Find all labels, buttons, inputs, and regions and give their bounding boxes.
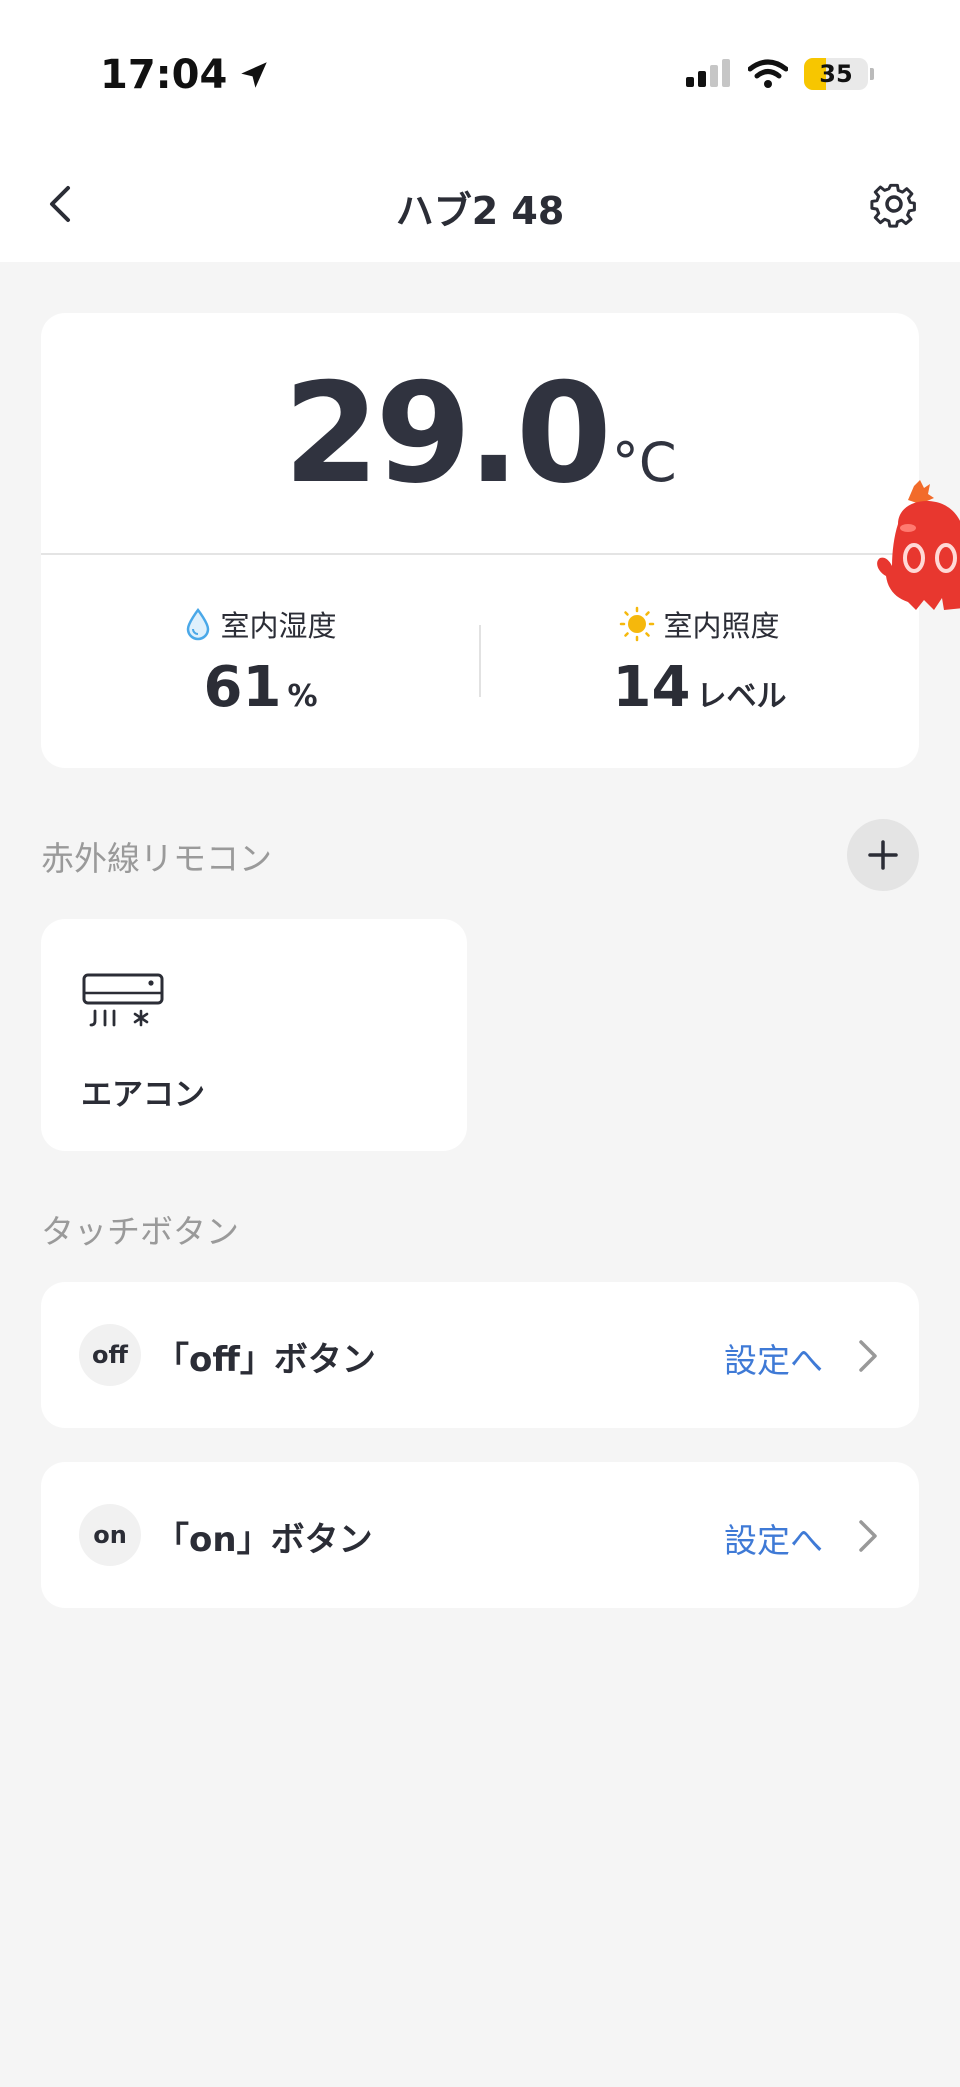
mascot-icon[interactable] bbox=[868, 478, 960, 618]
air-conditioner-card[interactable]: エアコン bbox=[41, 919, 467, 1151]
chevron-right-icon bbox=[859, 1340, 877, 1372]
touch-button-off-row[interactable]: off 「off」ボタン 設定へ bbox=[41, 1282, 919, 1428]
status-right: 35 bbox=[684, 58, 874, 90]
touch-button-on-label: 「on」ボタン bbox=[155, 1520, 373, 1560]
battery-tip bbox=[870, 68, 874, 80]
wifi-icon bbox=[748, 59, 788, 88]
humidity-value: 61 bbox=[203, 655, 282, 720]
light-label-row: 室内照度 bbox=[480, 603, 919, 645]
temperature-value: 29.0 bbox=[283, 353, 611, 514]
humidity-metric: 室内湿度 61% bbox=[41, 603, 480, 720]
sensor-card: 29.0°C 室内湿度 61% 室内照度 14 レベル bbox=[41, 313, 919, 768]
location-arrow-icon bbox=[241, 62, 268, 88]
gear-icon[interactable] bbox=[868, 178, 920, 230]
add-remote-button[interactable] bbox=[847, 819, 919, 891]
status-time-text: 17:04 bbox=[100, 52, 228, 98]
humidity-label-row: 室内湿度 bbox=[41, 603, 480, 645]
status-time: 17:04 bbox=[100, 52, 271, 98]
humidity-label: 室内湿度 bbox=[220, 609, 337, 643]
temperature-display: 29.0°C bbox=[41, 353, 919, 514]
chevron-right-icon bbox=[859, 1520, 877, 1552]
air-conditioner-label: エアコン bbox=[81, 1077, 205, 1113]
page-title: ハブ2 48 bbox=[395, 189, 565, 233]
card-divider bbox=[41, 553, 919, 555]
battery-indicator: 35 bbox=[804, 58, 868, 90]
touch-button-on-settings-link[interactable]: 設定へ bbox=[724, 1514, 823, 1562]
sun-icon bbox=[620, 606, 655, 642]
on-badge: on bbox=[79, 1504, 141, 1566]
temperature-unit: °C bbox=[611, 431, 677, 494]
ir-remote-section-label: 赤外線リモコン bbox=[41, 839, 272, 878]
air-conditioner-icon bbox=[82, 973, 164, 1027]
light-label: 室内照度 bbox=[663, 609, 780, 643]
humidity-unit: % bbox=[287, 679, 318, 714]
touch-button-off-label: 「off」ボタン bbox=[155, 1340, 376, 1380]
water-drop-icon bbox=[187, 607, 210, 641]
off-badge: off bbox=[79, 1324, 141, 1386]
touch-button-on-row[interactable]: on 「on」ボタン 設定へ bbox=[41, 1462, 919, 1608]
light-metric: 室内照度 14 レベル bbox=[480, 603, 919, 720]
light-unit: レベル bbox=[696, 679, 787, 714]
touch-buttons-section-label: タッチボタン bbox=[41, 1212, 239, 1251]
signal-icon bbox=[686, 59, 730, 87]
plus-icon bbox=[868, 840, 898, 870]
humidity-value-row: 61% bbox=[41, 655, 480, 720]
touch-button-off-settings-link[interactable]: 設定へ bbox=[724, 1334, 823, 1382]
light-value: 14 bbox=[612, 655, 691, 720]
light-value-row: 14 レベル bbox=[480, 655, 919, 720]
battery-level-text: 35 bbox=[819, 60, 853, 88]
